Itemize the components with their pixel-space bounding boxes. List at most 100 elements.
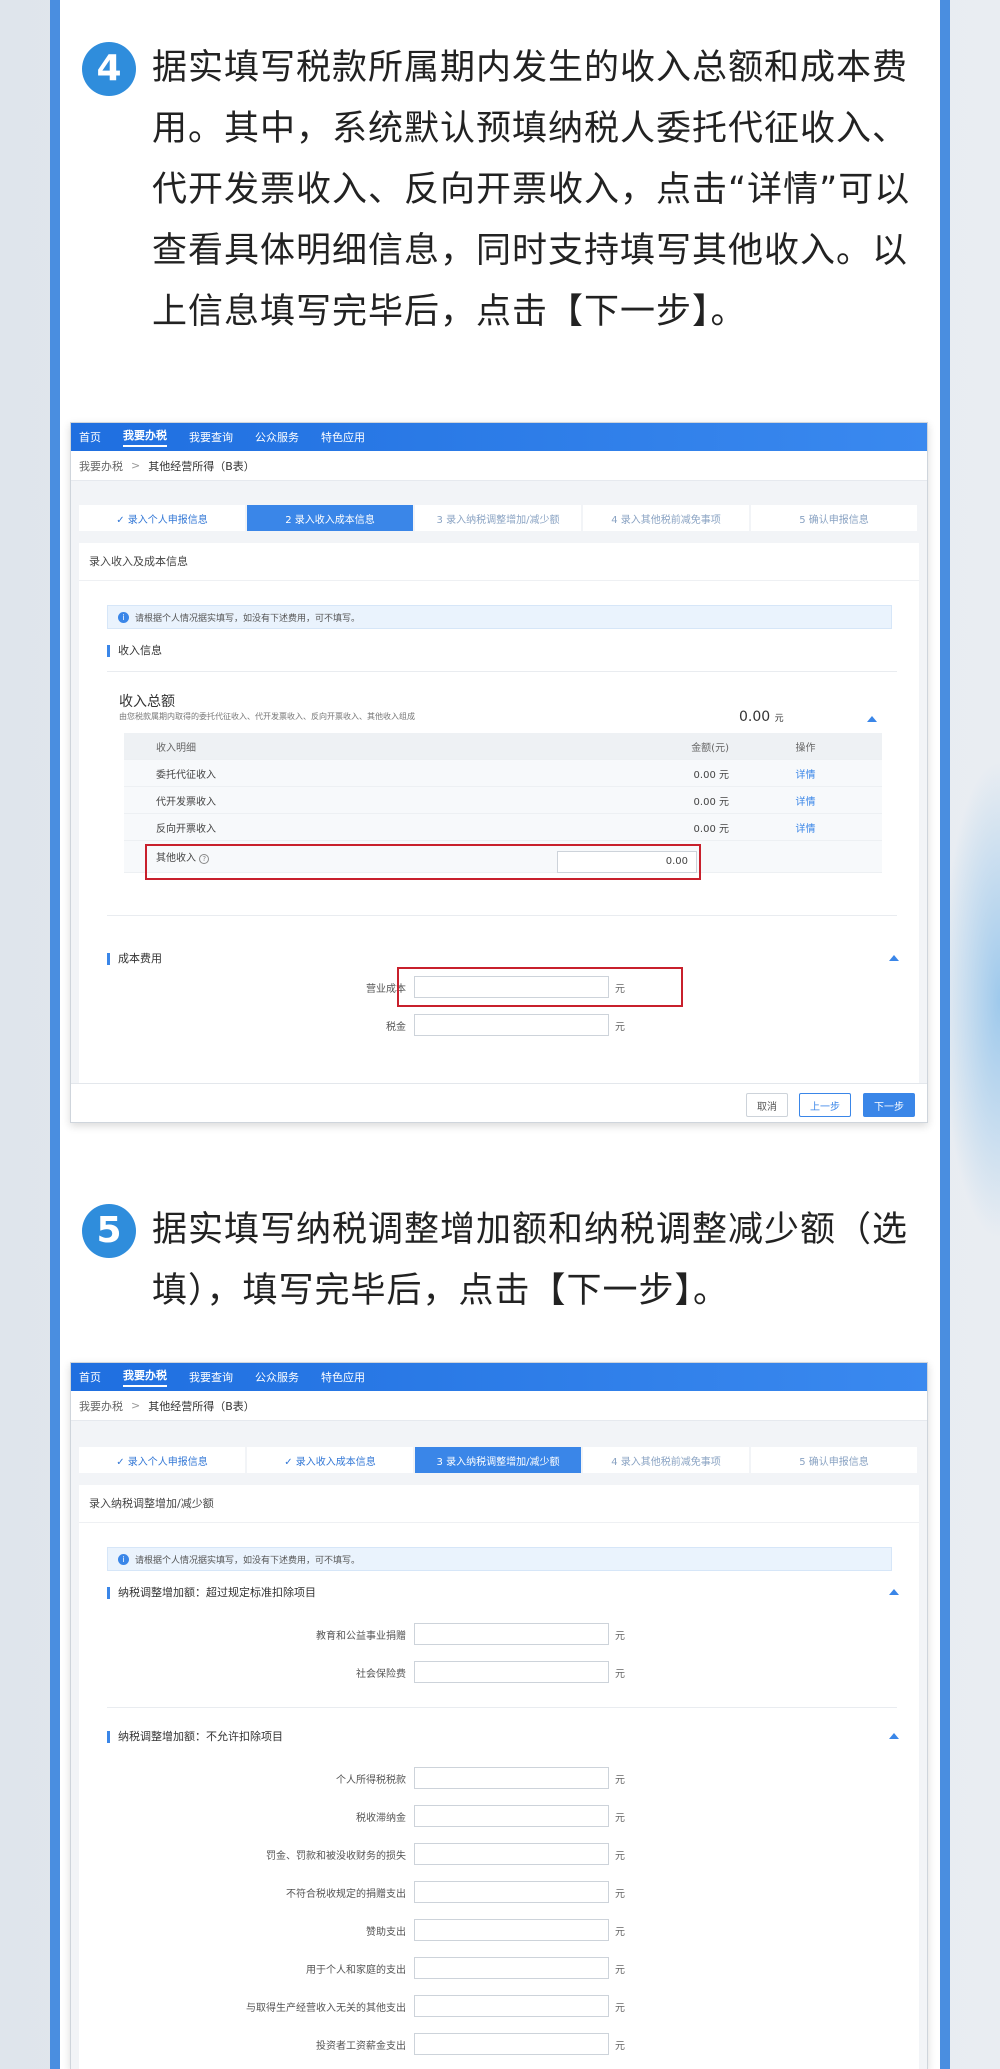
divider (107, 915, 897, 916)
next-button[interactable]: 下一步 (863, 1093, 915, 1117)
sponsorship-input[interactable] (414, 1919, 609, 1941)
nav-home[interactable]: 首页 (79, 1369, 101, 1385)
step-item-2[interactable]: 2 录入收入成本信息 (247, 505, 413, 531)
unit-label: 元 (615, 2040, 625, 2052)
field-label: 用于个人和家庭的支出 (306, 1964, 406, 1976)
breadcrumb: 我要办税 > 其他经营所得（B表） (71, 1391, 927, 1421)
field-row: 赞助支出 元 (214, 1919, 625, 1941)
step-item-4: 4 录入其他税前减免事项 (583, 505, 749, 531)
card-title: 录入收入及成本信息 (79, 543, 919, 581)
detail-link[interactable]: 详情 (729, 820, 882, 835)
donation-input[interactable] (414, 1623, 609, 1645)
row-amount: 0.00 元 (693, 769, 729, 781)
header-amount: 金额(元) (691, 742, 729, 754)
row-amount: 0.00 元 (693, 823, 729, 835)
field-label: 社会保险费 (356, 1668, 406, 1680)
nav-special[interactable]: 特色应用 (321, 1369, 365, 1385)
field-label: 教育和公益事业捐赠 (316, 1630, 406, 1642)
income-cost-card: 录入收入及成本信息 i 请根据个人情况据实填写，如没有下述费用，可不填写。 收入信… (79, 543, 919, 1083)
step-4-text: 据实填写税款所属期内发生的收入总额和成本费用。其中，系统默认预填纳税人委托代征收… (152, 48, 911, 332)
collapse-icon[interactable] (889, 1733, 899, 1739)
notice-bar: i 请根据个人情况据实填写，如没有下述费用，可不填写。 (107, 605, 892, 629)
breadcrumb-current: 其他经营所得（B表） (148, 459, 255, 473)
field-row: 用于个人和家庭的支出 元 (214, 1957, 625, 1979)
nav-public[interactable]: 公众服务 (255, 1369, 299, 1385)
step-item-5: 5 确认申报信息 (751, 1447, 917, 1473)
notice-bar: i 请根据个人情况据实填写，如没有下述费用，可不填写。 (107, 1547, 892, 1571)
info-icon: i (118, 611, 129, 623)
detail-link[interactable]: 详情 (729, 793, 882, 808)
nav-public[interactable]: 公众服务 (255, 429, 299, 445)
nav-tax[interactable]: 我要办税 (123, 1367, 167, 1387)
step-item-3[interactable]: 3 录入纳税调整增加/减少额 (415, 1447, 581, 1473)
progress-steps: ✓ 录入个人申报信息 2 录入收入成本信息 3 录入纳税调整增加/减少额 4 录… (79, 505, 919, 531)
field-label: 赞助支出 (366, 1926, 406, 1938)
step-5-heading: 5 据实填写纳税调整增加额和纳税调整减少额（选填），填写完毕后，点击【下一步】。 (82, 1200, 907, 1330)
field-label: 个人所得税税款 (336, 1774, 406, 1786)
step-item-5: 5 确认申报信息 (751, 505, 917, 531)
nav-tax[interactable]: 我要办税 (123, 427, 167, 447)
table-row: 反向开票收入 0.00 元 详情 (124, 814, 882, 841)
header-op: 操作 (795, 742, 816, 754)
nav-query[interactable]: 我要查询 (189, 1369, 233, 1385)
step-item-3: 3 录入纳税调整增加/减少额 (415, 505, 581, 531)
detail-link[interactable]: 详情 (729, 766, 882, 781)
income-total-number: 0.00 (739, 709, 771, 725)
breadcrumb-separator: > (131, 1399, 141, 1412)
unit-label: 元 (615, 1888, 625, 1900)
info-icon: i (118, 1553, 129, 1565)
unrelated-expense-input[interactable] (414, 1995, 609, 2017)
field-row: 教育和公益事业捐赠 元 (214, 1623, 625, 1645)
top-nav: 首页 我要办税 我要查询 公众服务 特色应用 (71, 423, 927, 451)
field-label: 不符合税收规定的捐赠支出 (286, 1888, 406, 1900)
late-fee-input[interactable] (414, 1805, 609, 1827)
collapse-icon[interactable] (889, 955, 899, 961)
progress-steps: ✓ 录入个人申报信息 ✓ 录入收入成本信息 3 录入纳税调整增加/减少额 4 录… (79, 1447, 919, 1473)
cancel-button[interactable]: 取消 (746, 1093, 788, 1117)
table-row: 代开发票收入 0.00 元 详情 (124, 787, 882, 814)
header-detail: 收入明细 (156, 742, 196, 754)
collapse-icon[interactable] (889, 1589, 899, 1595)
income-total-label: 收入总额 (119, 694, 175, 710)
breadcrumb-root[interactable]: 我要办税 (79, 458, 123, 474)
row-amount: 0.00 元 (693, 796, 729, 808)
breadcrumb-current: 其他经营所得（B表） (148, 1399, 255, 1413)
field-row: 税金 元 (214, 1014, 625, 1036)
highlight-other-income (145, 844, 701, 880)
fine-input[interactable] (414, 1843, 609, 1865)
breadcrumb-root[interactable]: 我要办税 (79, 1398, 123, 1414)
tax-input[interactable] (414, 1014, 609, 1036)
nav-special[interactable]: 特色应用 (321, 429, 365, 445)
row-name: 委托代征收入 (156, 769, 216, 781)
collapse-icon[interactable] (867, 716, 877, 722)
section-over-limit: 纳税调整增加额：超过规定标准扣除项目 (107, 1587, 316, 1599)
step-item-4: 4 录入其他税前减免事项 (583, 1447, 749, 1473)
screenshot-tax-adjust: 首页 我要办税 我要查询 公众服务 特色应用 我要办税 > 其他经营所得（B表）… (70, 1362, 928, 2069)
prev-button[interactable]: 上一步 (799, 1093, 851, 1117)
row-name: 反向开票收入 (156, 823, 216, 835)
step-item-1[interactable]: ✓ 录入个人申报信息 (79, 505, 245, 531)
nav-query[interactable]: 我要查询 (189, 429, 233, 445)
unit-label: 元 (615, 1021, 625, 1033)
investor-salary-input[interactable] (414, 2033, 609, 2055)
income-tax-input[interactable] (414, 1767, 609, 1789)
nav-home[interactable]: 首页 (79, 429, 101, 445)
noncompliant-donation-input[interactable] (414, 1881, 609, 1903)
personal-expense-input[interactable] (414, 1957, 609, 1979)
step-item-1[interactable]: ✓ 录入个人申报信息 (79, 1447, 245, 1473)
step-4-number: 4 (82, 42, 136, 96)
social-insurance-input[interactable] (414, 1661, 609, 1683)
unit-label: 元 (615, 1850, 625, 1862)
field-row: 税收滞纳金 元 (214, 1805, 625, 1827)
step-item-2[interactable]: ✓ 录入收入成本信息 (247, 1447, 413, 1473)
highlight-operating-cost (397, 967, 683, 1007)
step-5-number: 5 (82, 1204, 136, 1258)
step-5-text: 据实填写纳税调整增加额和纳税调整减少额（选填），填写完毕后，点击【下一步】。 (152, 1210, 909, 1311)
unit-label: 元 (615, 1668, 625, 1680)
step-4-heading: 4 据实填写税款所属期内发生的收入总额和成本费用。其中，系统默认预填纳税人委托代… (82, 38, 909, 398)
section-not-allowed: 纳税调整增加额：不允许扣除项目 (107, 1731, 283, 1743)
row-name: 代开发票收入 (156, 796, 216, 808)
field-row: 个人所得税税款 元 (214, 1767, 625, 1789)
table-header: 收入明细 金额(元) 操作 (124, 733, 882, 760)
field-row: 社会保险费 元 (214, 1661, 625, 1683)
